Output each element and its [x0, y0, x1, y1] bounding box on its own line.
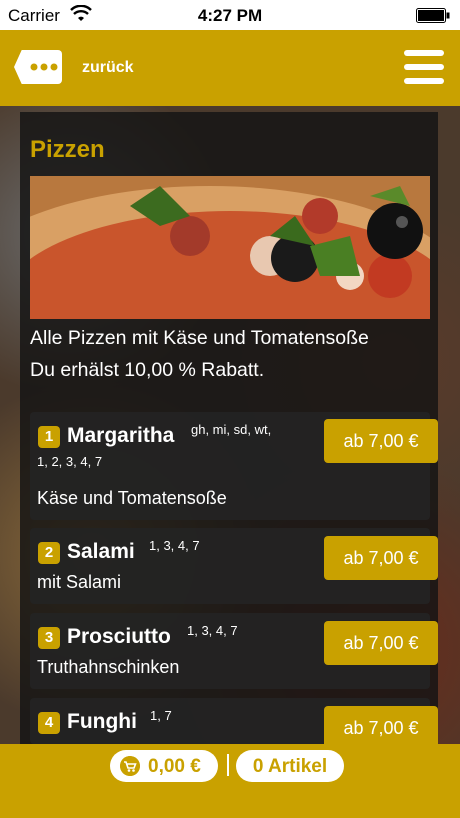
- item-name: Prosciutto: [67, 625, 171, 648]
- item-allergens: 1, 3, 4, 7: [149, 538, 200, 553]
- hamburger-menu-icon[interactable]: [404, 50, 444, 84]
- item-description: mit Salami: [37, 572, 122, 592]
- back-label[interactable]: zurück: [82, 59, 134, 77]
- item-name: Funghi: [67, 710, 137, 733]
- item-name: Salami: [67, 540, 135, 563]
- menu-item[interactable]: 2 Salami 1, 3, 4, 7 mit Salami ab 7,00 €: [30, 528, 438, 604]
- item-number-badge: 4: [38, 712, 60, 734]
- item-description: Käse und Tomatensoße: [37, 488, 227, 508]
- battery-icon: [416, 8, 450, 23]
- articles-count: 0 Artikel: [252, 756, 328, 777]
- section-description: Alle Pizzen mit Käse und Tomatensoße Du …: [30, 327, 369, 381]
- item-allergens-2: 1, 2, 3, 4, 7: [37, 454, 103, 469]
- item-allergens: 1, 3, 4, 7: [187, 623, 238, 638]
- item-number-badge: 1: [38, 426, 60, 448]
- cart-total-button[interactable]: 0,00 €: [110, 750, 218, 782]
- menu-item[interactable]: 4 Funghi 1, 7 ab 7,00 €: [30, 698, 438, 744]
- nav-bar: zurück: [0, 30, 460, 106]
- back-dots-icon: [30, 63, 58, 71]
- item-allergens: 1, 7: [150, 708, 172, 723]
- clock: 4:27 PM: [197, 6, 263, 25]
- item-allergens: gh, mi, sd, wt,: [191, 422, 272, 437]
- cart-bar: 0,00 € 0 Artikel: [0, 744, 460, 818]
- pizza-hero-image: [30, 176, 430, 319]
- item-description: Truthahnschinken: [37, 657, 180, 677]
- status-bar: Carrier 4:27 PM: [0, 0, 460, 30]
- menu-item[interactable]: 1 Margaritha gh, mi, sd, wt, 1, 2, 3, 4,…: [30, 412, 438, 520]
- price-button[interactable]: ab 7,00 €: [324, 536, 438, 580]
- cart-icon: [120, 756, 140, 776]
- item-number-badge: 2: [38, 542, 60, 564]
- price-button[interactable]: ab 7,00 €: [324, 706, 438, 744]
- section-title: Pizzen: [30, 136, 105, 163]
- cart-divider: [227, 754, 229, 776]
- back-button[interactable]: [14, 50, 62, 84]
- articles-button[interactable]: 0 Artikel: [236, 750, 344, 782]
- price-button[interactable]: ab 7,00 €: [324, 419, 438, 463]
- cart-total: 0,00 €: [148, 756, 201, 777]
- menu-item[interactable]: 3 Prosciutto 1, 3, 4, 7 Truthahnschinken…: [30, 613, 438, 689]
- item-name: Margaritha: [67, 424, 175, 447]
- price-button[interactable]: ab 7,00 €: [324, 621, 438, 665]
- item-number-badge: 3: [38, 627, 60, 649]
